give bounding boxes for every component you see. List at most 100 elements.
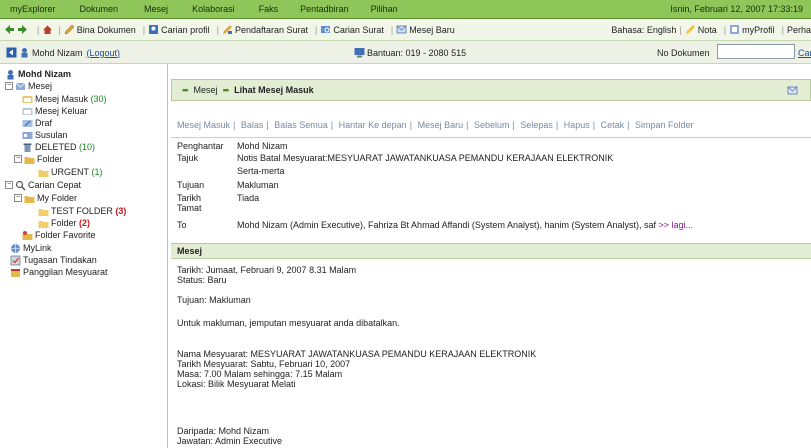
toolbar-divider: | — [37, 24, 40, 35]
sidebar-item-folder-favorite[interactable]: Folder Favorite — [0, 229, 167, 241]
recipients-value: Mohd Nizam (Admin Executive), Fahriza Bt… — [237, 220, 656, 230]
sidebar-item-label: URGENT — [51, 167, 89, 177]
meta-label: Tamat — [177, 203, 202, 213]
pendaftaran-surat-button[interactable]: Pendaftaran Surat — [222, 24, 308, 35]
back-forward-buttons[interactable] — [4, 24, 30, 35]
sidebar-item-mesej-masuk[interactable]: Mesej Masuk (30) — [0, 93, 167, 105]
no-dokumen-label: No Dokumen — [657, 48, 710, 58]
action-divider: | — [512, 120, 515, 130]
mesej-baru-label: Mesej Baru — [409, 24, 455, 35]
sidebar-item-folder-2[interactable]: Folder (2) — [0, 217, 167, 229]
date-value: Tiada — [237, 193, 260, 203]
collapse-toggle[interactable]: − — [14, 194, 22, 202]
sidebar-item-susulan[interactable]: Susulan — [0, 129, 167, 141]
sidebar-item-deleted[interactable]: DELETED (10) — [0, 141, 167, 153]
arrow-right-icon: ➨ — [182, 84, 190, 95]
menu-dokumen[interactable]: Dokumen — [80, 4, 119, 14]
action-cetak[interactable]: Cetak — [601, 120, 625, 130]
sidebar-item-draf[interactable]: Draf — [0, 117, 167, 129]
body-line: Tarikh Mesyuarat: Sabtu, Februari 10, 20… — [177, 359, 351, 369]
top-menu-bar: myExplorer Dokumen Mesej Kolaborasi Faks… — [0, 0, 811, 19]
meta-label-empty — [177, 166, 237, 176]
action-mesej-masuk[interactable]: Mesej Masuk — [177, 120, 230, 130]
sidebar-item-urgent[interactable]: URGENT (1) — [0, 166, 167, 178]
action-hantar-ke-depan[interactable]: Hantar Ke depan — [339, 120, 407, 130]
action-divider: | — [266, 120, 269, 130]
toolbar-divider: | — [781, 24, 784, 35]
action-simpan-folder[interactable]: Simpan Folder — [635, 120, 694, 130]
bina-dokumen-label: Bina Dokumen — [76, 24, 136, 35]
urgent-count: (1) — [91, 167, 103, 177]
sidebar-item-label: Folder — [51, 218, 77, 228]
message-actions: Mesej Masuk | Balas | Balas Semua | Hantar … — [177, 120, 694, 130]
breadcrumb-mesej[interactable]: Mesej — [194, 85, 218, 95]
action-divider: | — [592, 120, 596, 130]
action-sebelum[interactable]: Sebelum — [474, 120, 510, 130]
draft-icon — [22, 119, 33, 127]
collapse-toggle[interactable]: − — [5, 82, 13, 90]
more-recipients-link[interactable]: >> lagi... — [659, 220, 694, 230]
sidebar-item-test-folder[interactable]: TEST FOLDER (3) — [0, 205, 167, 217]
sidebar-item-tugasan[interactable]: Tugasan Tindakan — [0, 254, 167, 266]
no-dokumen-input[interactable] — [717, 44, 795, 59]
menu-faks[interactable]: Faks — [259, 4, 279, 14]
arrow-right-icon: ➨ — [222, 84, 231, 95]
menu-pilihan[interactable]: Pilihan — [371, 4, 398, 14]
action-mesej-baru[interactable]: Mesej Baru — [418, 120, 464, 130]
sender-value: Mohd Nizam — [237, 141, 288, 151]
menu-kolaborasi[interactable]: Kolaborasi — [192, 4, 235, 14]
body-line: Masa: 7.00 Malam sehingga: 7.15 Malam — [177, 369, 343, 379]
sidebar-item-my-folder[interactable]: − My Folder — [0, 192, 167, 204]
carian-profil-button[interactable]: Carian profil — [148, 24, 210, 35]
sidebar-item-mylink[interactable]: MyLink — [0, 242, 167, 254]
body-line: Tujuan: Makluman — [177, 295, 251, 305]
mesej-baru-button[interactable]: Mesej Baru — [396, 24, 455, 35]
globe-icon — [11, 243, 20, 253]
sidebar-user[interactable]: Mohd Nizam — [0, 68, 167, 80]
forward-arrow-icon[interactable] — [17, 24, 28, 35]
deleted-count: (10) — [79, 142, 96, 152]
note-icon — [685, 25, 695, 34]
outbox-icon — [22, 107, 33, 115]
language-selector[interactable]: Bahasa: English — [611, 25, 676, 35]
home-icon[interactable] — [42, 24, 53, 35]
menu-pentadbiran[interactable]: Pentadbiran — [300, 4, 349, 14]
sidebar-item-mesej-keluar[interactable]: Mesej Keluar — [0, 105, 167, 117]
action-balas[interactable]: Balas — [241, 120, 264, 130]
cari-link[interactable]: Car — [798, 48, 811, 58]
sidebar-item-label: DELETED — [35, 142, 77, 152]
body-line: Jawatan: Admin Executive — [177, 436, 283, 446]
carian-surat-button[interactable]: Carian Surat — [320, 24, 384, 35]
sidebar-item-panggilan[interactable]: Panggilan Mesyuarat — [0, 266, 167, 278]
sidebar-item-label: My Folder — [37, 193, 78, 203]
menu-myexplorer[interactable]: myExplorer — [10, 4, 56, 14]
purpose-value: Makluman — [237, 180, 279, 190]
logout-link[interactable]: (Logout) — [87, 48, 121, 58]
sidebar-item-folder[interactable]: − Folder — [0, 153, 167, 165]
followup-icon — [22, 131, 33, 139]
back-arrow-icon[interactable] — [4, 24, 15, 35]
info-icon[interactable] — [6, 47, 17, 58]
user-bar: Mohd Nizam (Logout) Bantuan: 019 - 2080 … — [0, 41, 811, 64]
myprofil-button[interactable]: myProfil — [729, 24, 775, 35]
collapse-toggle[interactable]: − — [14, 155, 22, 163]
sidebar-item-mesej[interactable]: − Mesej — [0, 80, 167, 92]
menu-mesej[interactable]: Mesej — [144, 4, 168, 14]
new-message-icon — [396, 25, 407, 34]
toolbar-divider: | — [723, 24, 727, 35]
bina-dokumen-button[interactable]: Bina Dokumen — [64, 24, 136, 35]
action-selepas[interactable]: Selepas — [520, 120, 553, 130]
sidebar-item-carian-cepat[interactable]: − Carian Cepat — [0, 179, 167, 191]
action-balas-semua[interactable]: Balas Semua — [274, 120, 328, 130]
task-icon — [10, 255, 21, 265]
mail-folder-icon — [15, 82, 26, 90]
action-hapus[interactable]: Hapus — [564, 120, 590, 130]
body-line: Nama Mesyuarat: MESYUARAT JAWATANKUASA P… — [177, 349, 537, 359]
mail-icon[interactable] — [787, 85, 798, 96]
nota-button[interactable]: Nota — [685, 24, 717, 35]
sidebar-item-label: Susulan — [35, 130, 68, 140]
perhatian-link[interactable]: Perha — [787, 25, 811, 35]
unread-count: (30) — [90, 94, 107, 104]
collapse-toggle[interactable]: − — [5, 181, 13, 189]
pendaftaran-surat-label: Pendaftaran Surat — [234, 24, 309, 35]
